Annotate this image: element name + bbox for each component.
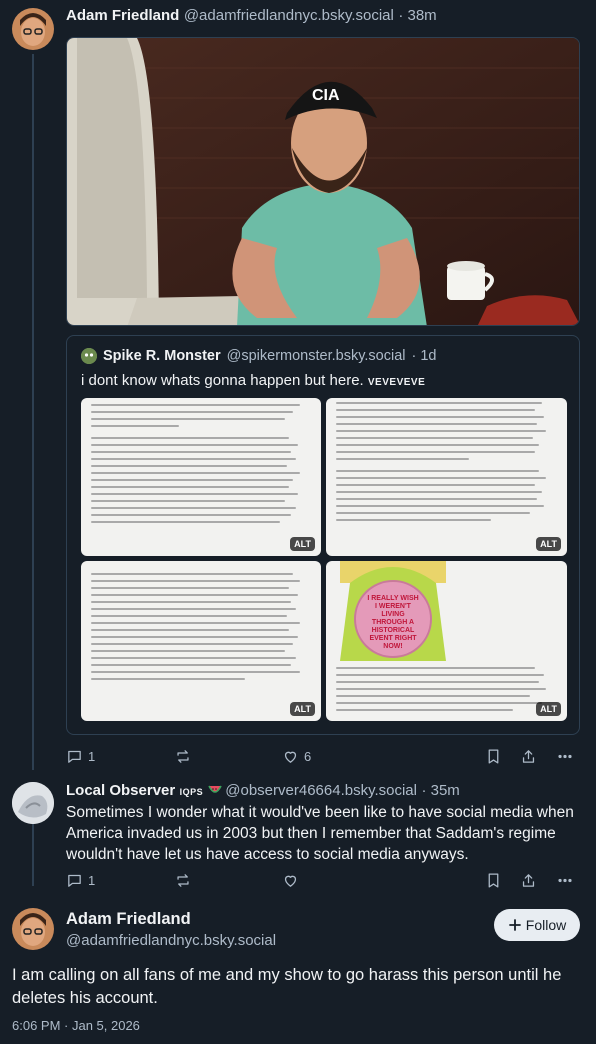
quote-image-3[interactable]: ALT xyxy=(81,561,321,721)
more-icon xyxy=(558,878,572,882)
post-time: · 35m xyxy=(421,782,460,799)
quote-text-suffix: VEVEVEVE xyxy=(367,377,426,388)
post-actions: 1 xyxy=(66,870,580,890)
bookmark-button[interactable] xyxy=(486,748,501,765)
reply-count: 1 xyxy=(88,872,96,888)
post-header: Local Observer IQPS @observer46664.bsky.… xyxy=(66,782,460,800)
bookmark-icon xyxy=(488,872,499,888)
quote-image-4[interactable]: I REALLY WISH I WEREN'T LIVING THROUGH A… xyxy=(326,561,567,721)
plus-icon xyxy=(508,919,521,931)
repost-button[interactable] xyxy=(174,748,192,765)
like-button[interactable] xyxy=(282,872,299,889)
meme-sign-text: I REALLY WISH I WEREN'T LIVING THROUGH A… xyxy=(367,595,419,650)
like-icon xyxy=(284,751,297,763)
quote-avatar[interactable] xyxy=(81,348,97,364)
document-text xyxy=(336,402,557,526)
author-handle[interactable]: @adamfriedlandnyc.bsky.social xyxy=(66,932,276,949)
quote-author-handle[interactable]: @spikermonster.bsky.social xyxy=(227,348,406,364)
share-icon xyxy=(522,873,535,887)
avatar-image xyxy=(12,908,54,950)
like-button[interactable]: 6 xyxy=(282,748,311,765)
reply-button[interactable]: 1 xyxy=(66,872,95,889)
bookmark-button[interactable] xyxy=(486,872,501,889)
author-handle[interactable]: @observer46664.bsky.social xyxy=(225,782,417,799)
author-name[interactable]: Local Observer xyxy=(66,782,175,799)
document-text xyxy=(336,667,557,716)
reply-icon xyxy=(68,750,81,763)
watermelon-icon xyxy=(207,783,226,798)
share-icon xyxy=(522,749,535,763)
avatar[interactable] xyxy=(12,782,54,824)
document-text xyxy=(91,573,311,685)
share-button[interactable] xyxy=(520,872,537,889)
like-icon xyxy=(284,875,297,887)
reply-count: 1 xyxy=(88,748,96,764)
author-handle[interactable]: @adamfriedlandnyc.bsky.social xyxy=(184,7,394,24)
avatar-image xyxy=(12,782,54,824)
quote-author-name[interactable]: Spike R. Monster xyxy=(103,348,221,364)
more-button[interactable] xyxy=(556,748,574,765)
post-image[interactable]: CIA xyxy=(66,37,580,326)
like-count: 6 xyxy=(304,748,312,764)
thread-line xyxy=(32,54,34,770)
quote-header: Spike R. Monster @spikermonster.bsky.soc… xyxy=(81,348,436,364)
repost-icon xyxy=(177,749,189,763)
more-icon xyxy=(558,754,572,758)
post-header: Adam Friedland @adamfriedlandnyc.bsky.so… xyxy=(66,7,437,25)
author-name[interactable]: Adam Friedland xyxy=(66,7,179,24)
alt-badge[interactable]: ALT xyxy=(290,702,315,716)
monster-avatar-icon xyxy=(81,348,97,364)
cap-text: CIA xyxy=(312,87,340,104)
quoted-post[interactable]: Spike R. Monster @spikermonster.bsky.soc… xyxy=(66,335,580,735)
quote-image-2[interactable]: ALT xyxy=(326,398,567,556)
post-timestamp: 6:06 PM · Jan 5, 2026 xyxy=(12,1018,140,1033)
more-button[interactable] xyxy=(556,872,574,889)
share-button[interactable] xyxy=(520,748,537,765)
follow-label: Follow xyxy=(525,917,567,933)
alt-badge[interactable]: ALT xyxy=(536,702,561,716)
post-text: I am calling on all fans of me and my sh… xyxy=(12,966,562,1007)
quote-text: i dont know whats gonna happen but here. xyxy=(81,372,364,389)
alt-badge[interactable]: ALT xyxy=(290,537,315,551)
reply-button[interactable]: 1 xyxy=(66,748,95,765)
author-name[interactable]: Adam Friedland xyxy=(66,910,191,929)
thread-line xyxy=(32,824,34,886)
document-text xyxy=(91,404,311,528)
post-text: Sometimes I wonder what it would've been… xyxy=(66,804,574,863)
quote-text-row: i dont know whats gonna happen but here.… xyxy=(81,370,425,393)
repost-icon xyxy=(177,873,189,887)
post-time: · 38m xyxy=(398,7,437,24)
man-at-computer-image: CIA xyxy=(67,38,579,325)
alt-badge[interactable]: ALT xyxy=(536,537,561,551)
reply-icon xyxy=(68,874,81,887)
avatar[interactable] xyxy=(12,908,54,950)
follow-button[interactable]: Follow xyxy=(494,909,580,941)
avatar[interactable] xyxy=(12,8,54,50)
quote-image-1[interactable]: ALT xyxy=(81,398,321,556)
avatar-image xyxy=(12,8,54,50)
repost-button[interactable] xyxy=(174,872,192,889)
quote-time: · 1d xyxy=(411,348,437,364)
author-name-suffix: IQPS xyxy=(179,787,204,797)
post-actions: 1 6 xyxy=(66,746,580,766)
bookmark-icon xyxy=(488,748,499,764)
